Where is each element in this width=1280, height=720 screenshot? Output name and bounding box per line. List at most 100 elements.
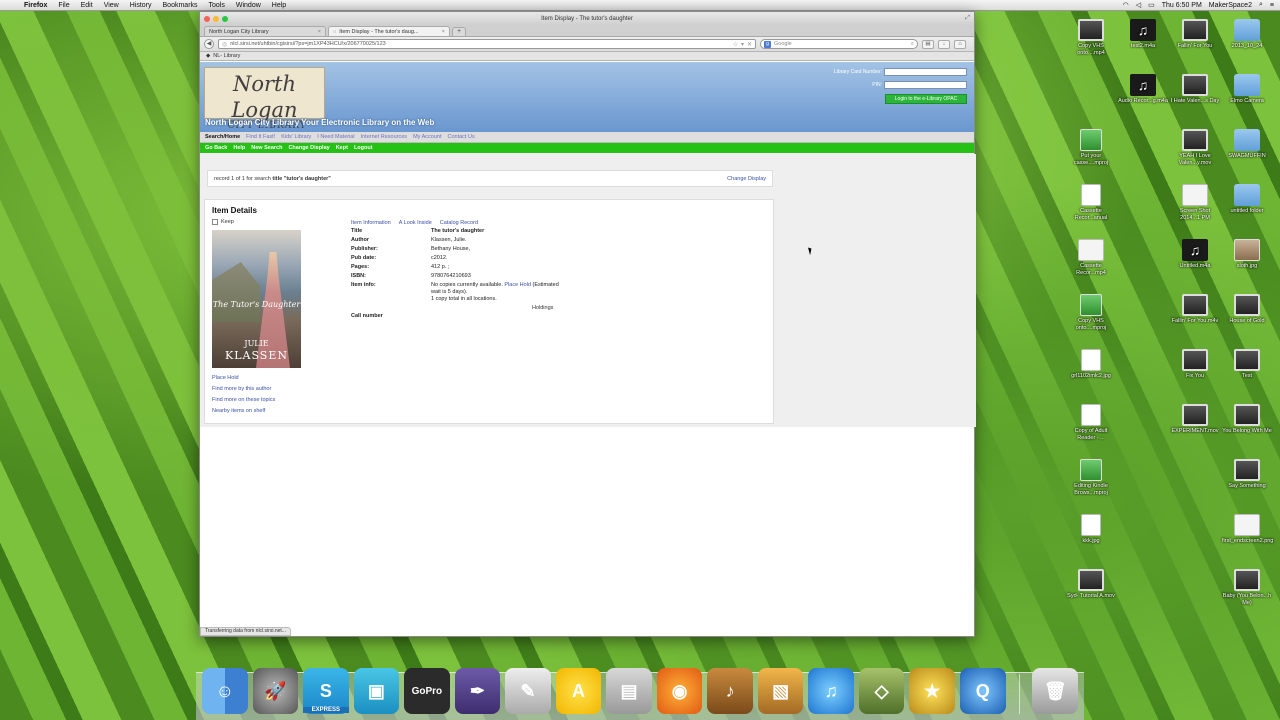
desktop-icon[interactable]: first_endscreen2.png (1222, 514, 1273, 545)
keep-checkbox[interactable] (212, 219, 218, 225)
battery-icon[interactable]: ▭ (1148, 1, 1155, 9)
dock-imovie-icon[interactable]: ★ (909, 668, 955, 714)
desktop-icon[interactable]: Fallin' For You (1170, 19, 1220, 50)
desktop-icon[interactable]: Say Something (1222, 459, 1272, 490)
menu-app-name[interactable]: Firefox (24, 2, 47, 9)
downloads-icon[interactable]: ↓ (938, 39, 950, 49)
dock-preview-icon[interactable]: ▣ (353, 668, 400, 714)
login-button[interactable]: Login to the e-Library OPAC (885, 94, 967, 104)
nav-my-account[interactable]: My Account (413, 134, 441, 140)
tab-north-logan[interactable]: North Logan City Library × (204, 26, 326, 36)
tab-item-display[interactable]: ◌ Item Display - The tutor's daug... × (328, 26, 450, 36)
desktop-icon[interactable]: 2013_10_24 (1222, 19, 1272, 50)
tab-look-inside[interactable]: A Look Inside (399, 220, 432, 226)
desktop-icon[interactable]: YEAH I Love Valen...y.mov (1170, 129, 1220, 167)
nav-go-back[interactable]: Go Back (205, 145, 227, 151)
desktop-icon[interactable]: Cassette Recor...anual (1066, 184, 1116, 222)
volume-icon[interactable]: ◁ (1136, 1, 1141, 9)
dock-trash-icon[interactable]: 🗑 (1032, 668, 1079, 714)
desktop-icon[interactable]: EXPERIMENT.mov (1170, 404, 1220, 435)
desktop-icon[interactable]: Baby (You Belon...h Me) (1222, 569, 1272, 607)
wifi-icon[interactable]: ◠ (1123, 1, 1129, 9)
dock-gopro-icon[interactable]: GoPro (404, 668, 450, 714)
nav-internet-resources[interactable]: Internet Resources (361, 134, 407, 140)
dock-quill-icon[interactable]: ✒ (454, 668, 501, 714)
menu-edit[interactable]: Edit (81, 2, 93, 9)
nav-search-home[interactable]: Search/Home (205, 134, 240, 140)
dock-brush-icon[interactable]: ✎ (505, 668, 551, 714)
notification-center-icon[interactable]: ≡ (1270, 2, 1274, 9)
menu-help[interactable]: Help (272, 2, 286, 9)
desktop-icon[interactable]: untitled folder (1222, 184, 1272, 215)
desktop-icon[interactable]: Editing Kindle Brows...mproj (1066, 459, 1116, 497)
search-icon[interactable]: ⌕ (911, 41, 914, 48)
dock-express-icon[interactable]: S EXPRESS (303, 668, 349, 714)
desktop-icon[interactable]: Cassette Recor...mp4 (1066, 239, 1116, 277)
bookmark-nl-library[interactable]: NL- Library (213, 53, 240, 59)
desktop-icon[interactable]: Screen Shot 2014...1 PM (1170, 184, 1220, 222)
window-titlebar[interactable]: Item Display - The tutor's daughter ⤢ (200, 12, 974, 25)
dock-photo-booth-icon[interactable]: ▤ (606, 668, 652, 714)
nav-logout[interactable]: Logout (354, 145, 373, 151)
find-by-topic-link[interactable]: Find more on these topics (212, 397, 275, 403)
stop-icon[interactable]: ✕ (747, 41, 752, 48)
nav-kids-library[interactable]: Kids' Library (281, 134, 311, 140)
desktop-icon[interactable]: sloth.jpg (1222, 239, 1272, 270)
home-icon[interactable]: ⌂ (954, 39, 966, 49)
nav-kept[interactable]: Kept (336, 145, 348, 151)
change-display-link[interactable]: Change Display (727, 176, 766, 182)
card-number-input[interactable] (884, 68, 967, 76)
apple-menu-icon[interactable] (8, 0, 18, 10)
tab-close-icon[interactable]: × (442, 29, 445, 35)
nav-change-display[interactable]: Change Display (288, 145, 329, 151)
desktop-icon[interactable]: Syd- Tutorial A.mov (1066, 569, 1116, 600)
new-tab-button[interactable]: + (452, 27, 466, 36)
back-button[interactable]: ◀ (204, 39, 214, 49)
search-engine-icon[interactable]: g (764, 40, 771, 48)
dock-quicktime-icon[interactable]: Q (959, 668, 1006, 714)
desktop-icon[interactable]: Fallin' For You.m4v (1170, 294, 1220, 325)
desktop-icon[interactable]: You Belong With Me (1222, 404, 1272, 435)
place-hold-inline-link[interactable]: Place Hold (504, 282, 531, 288)
tab-item-information[interactable]: Item Information (351, 220, 391, 226)
dock-cube-icon[interactable]: ◇ (858, 668, 905, 714)
desktop-icon[interactable]: Fix You (1170, 349, 1220, 380)
dock-a-app-icon[interactable]: A (555, 668, 602, 714)
desktop-icon[interactable]: SWAGMUFFIN (1222, 129, 1272, 160)
library-logo[interactable]: North Logan CITY LIBRARY (204, 67, 325, 131)
dock-guitar-icon[interactable]: ♪ (707, 668, 753, 714)
nav-find-it-fast[interactable]: Find It Fast! (246, 134, 275, 140)
url-bar[interactable]: ◎ nlcl.sirsi.net/uhtbin/cgisirsi/?ps=jm1… (218, 39, 756, 49)
desktop-icon[interactable]: House of Gold (1222, 294, 1272, 325)
menu-user[interactable]: MakerSpace2 (1209, 2, 1252, 9)
dropdown-icon[interactable]: ▾ (741, 41, 744, 48)
bookmark-star-icon[interactable]: ☆ (733, 41, 738, 48)
tab-catalog-record[interactable]: Catalog Record (440, 220, 478, 226)
nav-help[interactable]: Help (233, 145, 245, 151)
desktop-icon[interactable]: I Hate Valen...s Day (1170, 74, 1220, 105)
place-hold-link[interactable]: Place Hold (212, 375, 275, 381)
nav-new-search[interactable]: New Search (251, 145, 282, 151)
book-cover-image[interactable]: The Tutor's Daughter JULIE KLASSEN (212, 230, 301, 368)
nav-need-material[interactable]: I Need Material (317, 134, 354, 140)
menu-tools[interactable]: Tools (209, 2, 225, 9)
dock-launchpad-icon[interactable]: 🚀 (252, 668, 299, 714)
pin-input[interactable] (884, 81, 967, 89)
desktop-icon[interactable]: kkk.jpg (1066, 514, 1116, 545)
desktop-icon[interactable]: Copy VHS onto....mp4 (1066, 19, 1116, 57)
find-by-author-link[interactable]: Find more by this author (212, 386, 275, 392)
site-identity-icon[interactable]: ◎ (222, 41, 227, 48)
fullscreen-icon[interactable]: ⤢ (965, 15, 970, 22)
desktop-icon[interactable]: Put your casse....mproj (1066, 129, 1116, 167)
desktop-icon[interactable]: Elmo Camera (1222, 74, 1272, 105)
search-bar[interactable]: g Google ⌕ (760, 39, 918, 49)
desktop-icon[interactable]: Copy VHS onto....mproj (1066, 294, 1116, 332)
desktop-icon[interactable]: grl1102imlc2.jpg (1066, 349, 1116, 380)
desktop-icon[interactable]: Copy of Adult Reader - ... (1066, 404, 1116, 442)
desktop-icon[interactable]: ♫ test2.m4a (1118, 19, 1168, 50)
menu-view[interactable]: View (104, 2, 119, 9)
menu-bookmarks[interactable]: Bookmarks (163, 2, 198, 9)
menu-window[interactable]: Window (236, 2, 261, 9)
menu-file[interactable]: File (58, 2, 69, 9)
bookmarks-menu-icon[interactable]: ▤ (922, 39, 934, 49)
